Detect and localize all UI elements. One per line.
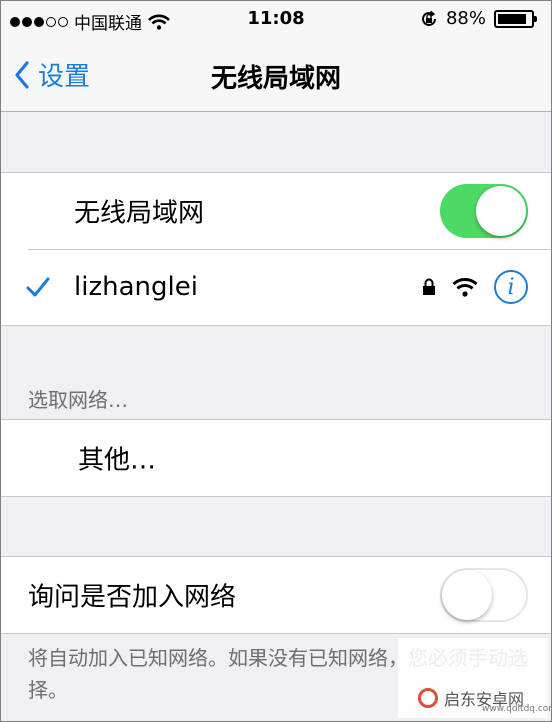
page-title: 无线局域网 — [210, 64, 341, 94]
ask-join-group: 询问是否加入网络 — [0, 556, 552, 634]
lock-icon — [423, 278, 435, 295]
battery-percent: 88% — [445, 8, 486, 29]
ask-join-label: 询问是否加入网络 — [28, 582, 237, 613]
status-bar: 中国联通 11:08 88% — [0, 0, 552, 38]
toggle-knob — [442, 570, 492, 620]
other-network-row[interactable]: 其他… — [0, 420, 552, 496]
wifi-icon — [452, 278, 478, 297]
battery-icon — [494, 9, 537, 28]
watermark-logo-icon — [418, 688, 438, 708]
checkmark-icon — [26, 277, 50, 297]
wifi-toggle-row: 无线局域网 — [0, 173, 552, 249]
other-network-group: 其他… — [0, 419, 552, 497]
nav-bar: 设置 无线局域网 — [0, 38, 552, 112]
choose-network-header: 选取网络… — [28, 388, 128, 412]
rotation-lock-icon — [422, 10, 436, 26]
ask-join-toggle[interactable] — [440, 568, 528, 622]
wifi-group: 无线局域网 lizhanglei i — [0, 172, 552, 326]
ask-join-row: 询问是否加入网络 — [0, 557, 552, 633]
info-icon[interactable]: i — [494, 270, 528, 304]
watermark: 启东安卓网 www.qdltdq.com — [398, 638, 552, 718]
status-right: 88% — [420, 8, 537, 29]
other-network-label: 其他… — [78, 445, 157, 476]
connected-network-row[interactable]: lizhanglei i — [0, 249, 552, 325]
wifi-label: 无线局域网 — [74, 198, 205, 229]
toggle-knob — [476, 186, 526, 236]
watermark-url: www.qdltdq.com — [482, 704, 552, 714]
wifi-toggle[interactable] — [440, 184, 528, 238]
network-icons: i — [422, 270, 528, 304]
network-name: lizhanglei — [74, 272, 198, 302]
